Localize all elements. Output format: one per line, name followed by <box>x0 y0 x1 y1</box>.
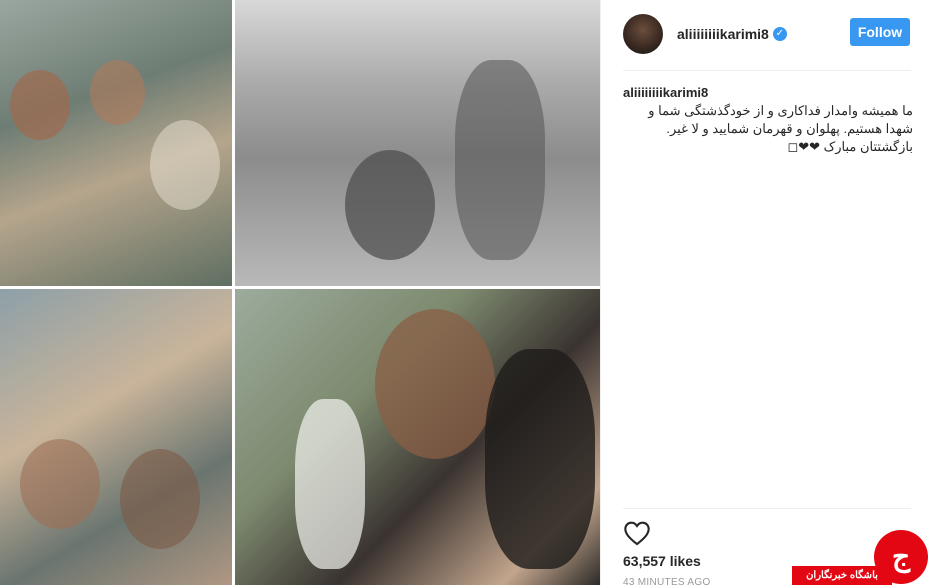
likes-count[interactable]: 63,557 likes <box>623 553 701 569</box>
heart-outline-icon[interactable] <box>623 520 651 546</box>
watermark-glyph: ج <box>874 530 928 584</box>
photo-bus-soldiers <box>0 0 232 286</box>
watermark-logo: باشگاه خبرنگاران ج <box>792 530 928 585</box>
header-divider <box>623 70 911 71</box>
follow-button[interactable]: Follow <box>850 18 910 46</box>
photo-crying-soldier <box>235 289 600 585</box>
caption-username[interactable]: aliiiiiiiikarimi8 <box>623 84 913 102</box>
photo-kneeling-man <box>235 0 600 286</box>
post-sidebar: aliiiiiiiikarimi8 ✓ Follow aliiiiiiiikar… <box>600 0 928 588</box>
post-photo-collage[interactable] <box>0 0 600 585</box>
header-username[interactable]: aliiiiiiiikarimi8 <box>677 26 769 42</box>
post-timestamp: 43 MINUTES AGO <box>623 577 711 588</box>
photo-crowd-bus <box>0 289 232 585</box>
actions-divider <box>623 508 911 509</box>
verified-badge-icon: ✓ <box>772 27 787 41</box>
post-caption: aliiiiiiiikarimi8 ما همیشه وامدار فداکار… <box>623 84 913 156</box>
avatar[interactable] <box>623 14 663 54</box>
caption-text: ما همیشه وامدار فداکاری و از خودگذشتگی ش… <box>648 103 913 154</box>
